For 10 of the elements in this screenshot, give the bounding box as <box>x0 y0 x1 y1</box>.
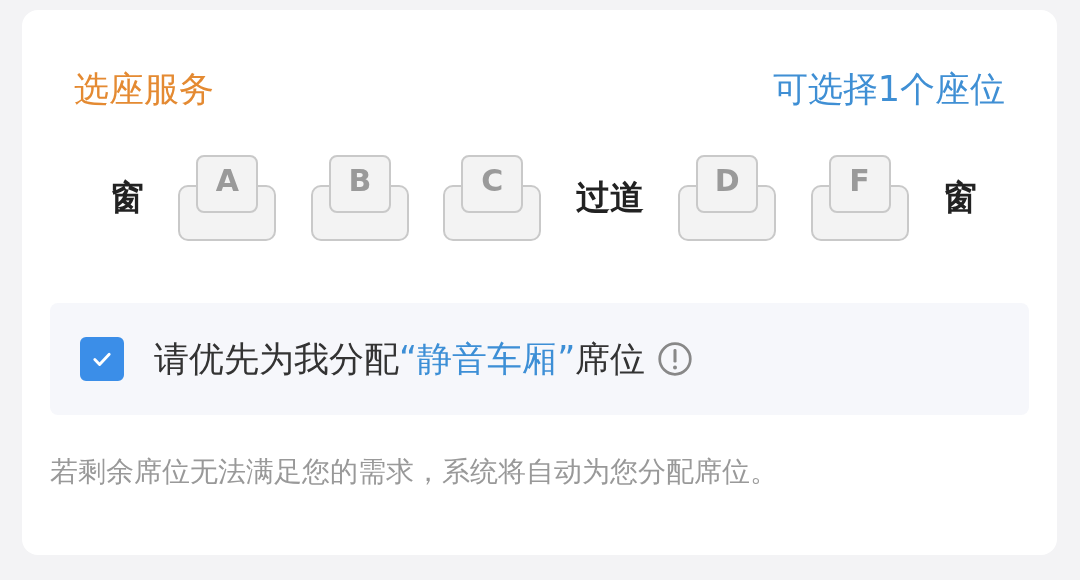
option-label: 请优先为我分配“静音车厢”席位 <box>154 337 646 381</box>
section-title: 选座服务 <box>74 68 214 111</box>
seat-row-label: 窗 <box>110 176 144 219</box>
seat-row-label: 过道 <box>575 176 644 219</box>
seat-count-hint: 可选择1个座位 <box>772 68 1005 111</box>
info-icon[interactable] <box>657 341 694 377</box>
note-text: 若剩余席位无法满足您的需求，系统将自动为您分配席位。 <box>50 454 779 490</box>
seat-row-label: 窗 <box>942 176 977 219</box>
quiet-carriage-link[interactable]: “静音车厢” <box>399 338 576 379</box>
checkbox[interactable] <box>80 337 124 381</box>
